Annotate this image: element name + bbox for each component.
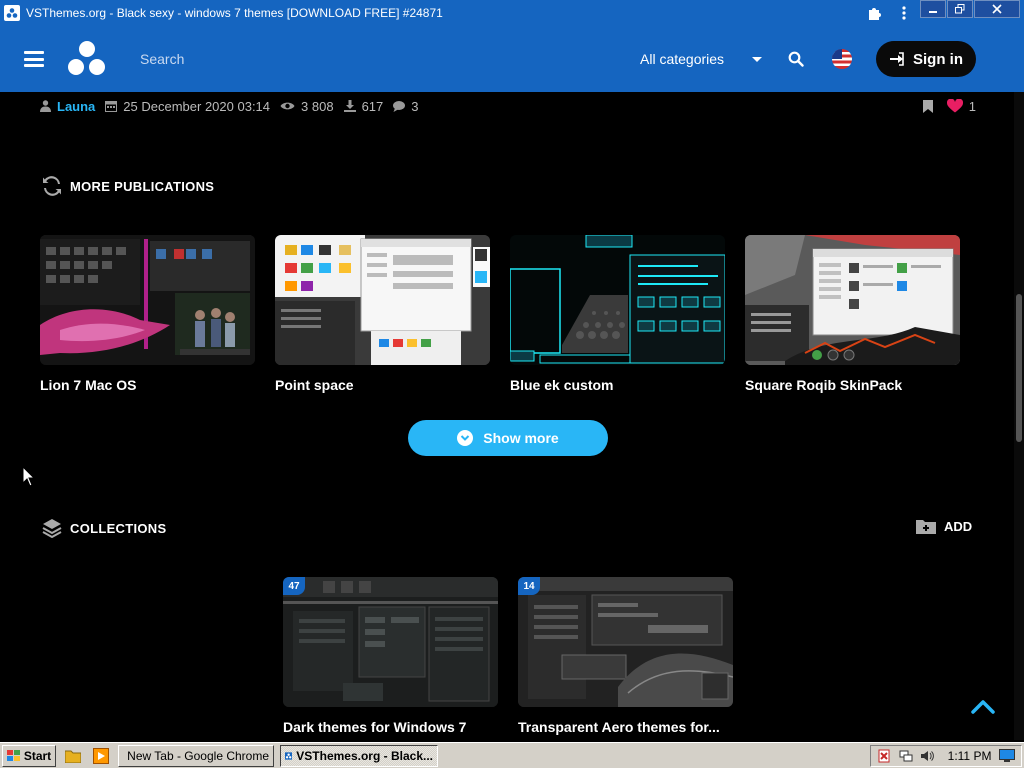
collection-title[interactable]: Dark themes for Windows 7	[283, 719, 498, 735]
site-header: All categories Sign in	[0, 26, 1024, 92]
publication-thumbnail[interactable]	[40, 235, 255, 365]
collections-title: COLLECTIONS	[70, 520, 167, 536]
task-label: VSThemes.org - Black...	[296, 748, 433, 763]
publication-card[interactable]: Square Roqib SkinPack	[745, 235, 960, 393]
calendar-icon	[105, 101, 118, 112]
publication-title[interactable]: Blue ek custom	[510, 377, 725, 393]
author-meta[interactable]: Launa	[40, 99, 95, 114]
windows-logo-icon	[6, 749, 20, 761]
browser-menu-icon[interactable]	[889, 0, 919, 26]
mouse-cursor-icon	[22, 466, 36, 487]
collection-title[interactable]: Transparent Aero themes for...	[518, 719, 733, 735]
sign-in-icon	[890, 52, 904, 66]
bookmark-icon[interactable]	[922, 99, 933, 113]
more-publications-heading: MORE PUBLICATIONS	[42, 176, 214, 196]
add-collection-button[interactable]: ADD	[916, 518, 972, 534]
collection-card[interactable]: 14 Transparent Aero themes for...	[518, 577, 733, 735]
eye-icon	[280, 102, 295, 110]
task-label: New Tab - Google Chrome	[127, 748, 269, 763]
language-flag-icon[interactable]	[832, 49, 852, 69]
add-label: ADD	[944, 518, 973, 534]
media-player-quicklaunch-icon[interactable]	[90, 745, 112, 767]
search-button[interactable]	[784, 47, 808, 71]
publication-card[interactable]: Lion 7 Mac OS	[40, 235, 255, 393]
site-favicon-icon	[4, 5, 20, 21]
date-meta: 25 December 2020 03:14	[105, 99, 270, 114]
restore-button[interactable]	[947, 0, 973, 18]
category-select[interactable]: All categories	[640, 51, 762, 67]
start-label: Start	[23, 748, 52, 763]
views-meta: 3 808	[280, 99, 334, 114]
folder-plus-icon	[916, 520, 936, 534]
site-logo[interactable]	[68, 41, 106, 77]
publication-card[interactable]: Blue ek custom	[510, 235, 725, 393]
collections-heading: COLLECTIONS	[42, 518, 166, 538]
downloads-count: 617	[361, 98, 384, 114]
collection-count-badge: 14	[518, 577, 540, 595]
user-icon	[40, 100, 51, 112]
chevron-down-icon	[752, 56, 762, 62]
browser-window: VSThemes.org - Black sexy - windows 7 th…	[0, 0, 1024, 768]
publication-meta: Launa 25 December 2020 03:14 3 808 617 3…	[40, 96, 984, 116]
refresh-icon	[43, 176, 61, 196]
taskbar-task-vsthemes[interactable]: VSThemes.org - Black...	[280, 744, 438, 767]
category-select-value: All categories	[640, 51, 725, 67]
site-favicon-icon	[285, 751, 293, 760]
comments-meta[interactable]: 3	[393, 98, 419, 114]
publish-date: 25 December 2020 03:14	[123, 98, 271, 114]
volume-icon[interactable]	[920, 749, 934, 763]
publication-title[interactable]: Point space	[275, 377, 490, 393]
comment-icon	[393, 100, 406, 112]
scroll-to-top-icon[interactable]	[970, 696, 996, 716]
start-button[interactable]: Start	[2, 744, 56, 767]
publication-title[interactable]: Lion 7 Mac OS	[40, 377, 255, 393]
layers-icon	[42, 519, 62, 538]
scrollbar-thumb[interactable]	[1016, 294, 1022, 442]
like-button[interactable]: 1	[946, 98, 976, 114]
more-publications-title: MORE PUBLICATIONS	[70, 178, 215, 194]
publication-thumbnail[interactable]	[510, 235, 725, 365]
publication-thumbnail[interactable]	[745, 235, 960, 365]
collection-count-badge: 47	[283, 577, 305, 595]
publication-thumbnail[interactable]	[275, 235, 490, 365]
publication-title[interactable]: Square Roqib SkinPack	[745, 377, 960, 393]
extensions-puzzle-icon[interactable]	[859, 0, 889, 26]
downloads-meta: 617	[343, 98, 384, 114]
network-icon[interactable]	[899, 749, 913, 763]
views-count: 3 808	[301, 98, 334, 114]
show-desktop-icon[interactable]	[999, 748, 1015, 763]
page-scrollbar[interactable]	[1014, 92, 1024, 740]
clock[interactable]: 1:11 PM	[948, 749, 992, 763]
title-bar: VSThemes.org - Black sexy - windows 7 th…	[0, 0, 1024, 26]
download-icon	[343, 100, 356, 112]
search-icon	[788, 51, 804, 67]
taskbar-task-chrome[interactable]: New Tab - Google Chrome	[118, 744, 274, 767]
heart-icon	[946, 99, 963, 113]
chevron-down-icon	[457, 430, 474, 446]
hamburger-menu-icon[interactable]	[24, 51, 44, 67]
show-more-label: Show more	[483, 430, 559, 446]
minimize-button[interactable]	[920, 0, 946, 18]
window-title: VSThemes.org - Black sexy - windows 7 th…	[26, 6, 443, 20]
system-tray: 1:11 PM	[870, 744, 1022, 767]
likes-count: 1	[968, 98, 976, 114]
collection-thumbnail[interactable]: 14	[518, 577, 733, 707]
sign-in-button[interactable]: Sign in	[876, 41, 976, 77]
author-link[interactable]: Launa	[57, 99, 95, 114]
show-more-button[interactable]: Show more	[408, 420, 608, 456]
publication-card[interactable]: Point space	[275, 235, 490, 393]
collection-thumbnail[interactable]: 47	[283, 577, 498, 707]
collection-card[interactable]: 47 Dark themes for Windows 7	[283, 577, 498, 735]
explorer-quicklaunch-icon[interactable]	[62, 745, 84, 767]
sign-in-label: Sign in	[913, 50, 963, 68]
security-alert-icon[interactable]	[877, 749, 891, 763]
search-input[interactable]	[140, 41, 470, 77]
taskbar: Start New Tab - Google Chrome VSThemes.o…	[0, 742, 1024, 768]
close-button[interactable]	[974, 0, 1020, 18]
comments-count: 3	[411, 98, 419, 114]
